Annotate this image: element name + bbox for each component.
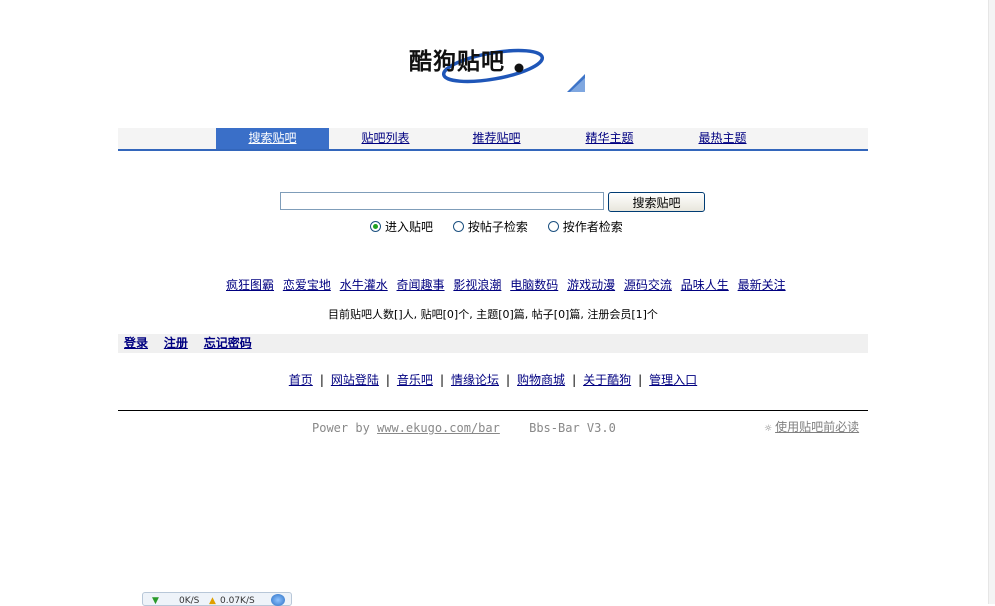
login-link[interactable]: 登录 xyxy=(124,336,148,350)
download-arrow-icon: ▼ xyxy=(152,596,159,606)
category-link[interactable]: 疯狂图霸 xyxy=(226,278,274,292)
main-nav: 搜索贴吧 贴吧列表 推荐贴吧 精华主题 最热主题 xyxy=(118,128,868,151)
radio-search-posts[interactable]: 按帖子检索 xyxy=(452,218,528,235)
category-link[interactable]: 源码交流 xyxy=(624,278,672,292)
radio-unchecked-icon[interactable] xyxy=(452,221,464,232)
category-link[interactable]: 恋爱宝地 xyxy=(283,278,331,292)
footer-links: 首页 | 网站登陆 | 音乐吧 | 情缘论坛 | 购物商城 | 关于酷狗 | 管理入口 xyxy=(118,371,868,388)
rules-link[interactable]: 使用贴吧前必读 xyxy=(775,420,859,434)
search-mode-radio-group: 进入贴吧 按帖子检索 按作者检索 xyxy=(370,218,639,235)
category-link[interactable]: 品味人生 xyxy=(681,278,729,292)
window-scrollbar[interactable] xyxy=(988,0,995,604)
category-link[interactable]: 水牛灌水 xyxy=(340,278,388,292)
search-button[interactable]: 搜索贴吧 xyxy=(608,192,705,212)
category-link[interactable]: 电脑数码 xyxy=(510,278,558,292)
separator: | xyxy=(319,373,324,387)
search-input[interactable] xyxy=(280,192,604,210)
separator: | xyxy=(385,373,390,387)
category-link[interactable]: 奇闻趣事 xyxy=(397,278,445,292)
category-link[interactable]: 游戏动漫 xyxy=(567,278,615,292)
forgot-password-link[interactable]: 忘记密码 xyxy=(204,336,252,350)
radio-unchecked-icon[interactable] xyxy=(547,221,559,232)
radio-label: 进入贴吧 xyxy=(385,220,434,234)
footer-link-site-login[interactable]: 网站登陆 xyxy=(331,373,379,387)
download-speed: 0K/S xyxy=(179,596,200,606)
tab-bar-list[interactable]: 贴吧列表 xyxy=(329,128,442,149)
separator: | xyxy=(439,373,444,387)
tab-featured-topics[interactable]: 精华主题 xyxy=(553,128,666,149)
site-logo: 酷狗贴吧 xyxy=(405,38,587,94)
radio-checked-icon[interactable] xyxy=(370,221,381,232)
radio-search-author[interactable]: 按作者检索 xyxy=(547,218,623,235)
footer-link-home[interactable]: 首页 xyxy=(289,373,313,387)
upload-arrow-icon: ▲ xyxy=(209,596,216,606)
separator: | xyxy=(638,373,643,387)
tab-recommended[interactable]: 推荐贴吧 xyxy=(440,128,553,149)
category-links: 疯狂图霸 恋爱宝地 水牛灌水 奇闻趣事 影视浪潮 电脑数码 游戏动漫 源码交流 … xyxy=(226,276,786,292)
tab-search-bar[interactable]: 搜索贴吧 xyxy=(216,128,329,149)
footer-divider xyxy=(118,410,868,411)
radio-enter-bar[interactable]: 进入贴吧 xyxy=(370,218,433,235)
power-by-label: Power by xyxy=(312,421,370,435)
footer-link-shop[interactable]: 购物商城 xyxy=(517,373,565,387)
separator: | xyxy=(572,373,577,387)
rules-notice: ☼ 使用贴吧前必读 xyxy=(764,418,859,435)
category-link[interactable]: 影视浪潮 xyxy=(453,278,501,292)
site-stats: 目前贴吧人数[]人, 贴吧[0]个, 主题[0]篇, 帖子[0]篇, 注册会员[… xyxy=(328,308,658,321)
speed-ball-icon[interactable] xyxy=(271,594,285,606)
login-bar: 登录 注册 忘记密码 xyxy=(118,334,868,353)
category-link[interactable]: 最新关注 xyxy=(738,278,786,292)
radio-label: 按帖子检索 xyxy=(467,220,528,234)
footer-link-music[interactable]: 音乐吧 xyxy=(397,373,433,387)
power-by-line: Power by www.ekugo.com/bar Bbs-Bar V3.0 xyxy=(312,421,616,435)
footer-link-forum[interactable]: 情缘论坛 xyxy=(451,373,499,387)
bullet-icon: ☼ xyxy=(764,424,773,434)
register-link[interactable]: 注册 xyxy=(164,336,188,350)
tab-hot-topics[interactable]: 最热主题 xyxy=(666,128,779,149)
separator: | xyxy=(506,373,511,387)
power-by-link[interactable]: www.ekugo.com/bar xyxy=(377,421,500,435)
upload-speed: 0.07K/S xyxy=(220,596,255,606)
radio-label: 按作者检索 xyxy=(562,220,623,234)
footer-link-admin[interactable]: 管理入口 xyxy=(649,373,697,387)
version-label: Bbs-Bar V3.0 xyxy=(529,421,616,435)
footer-link-about[interactable]: 关于酷狗 xyxy=(583,373,631,387)
logo-text: 酷狗贴吧 xyxy=(409,48,505,75)
